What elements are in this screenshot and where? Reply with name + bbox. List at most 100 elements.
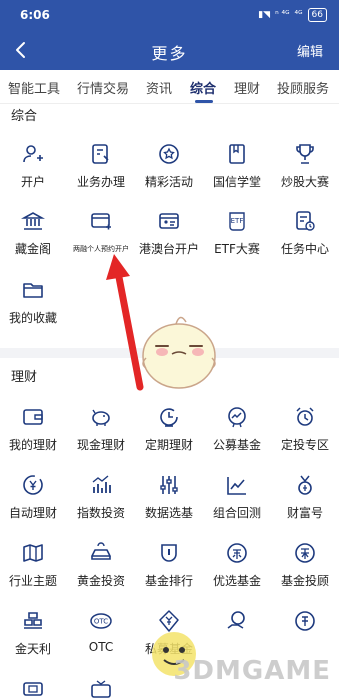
grid-item-label: 数据选基 — [144, 506, 193, 520]
trophy-icon — [296, 144, 314, 164]
grid-item-label: 优选基金 — [212, 574, 261, 588]
yen-coin-icon — [23, 475, 43, 495]
bank-icon — [21, 212, 45, 230]
tab-smart-tools[interactable]: 智能工具 — [8, 78, 60, 97]
grid-item-sip-zone[interactable]: 定投专区 — [271, 405, 339, 467]
tv-icon[interactable] — [89, 679, 113, 698]
grid-item-label: 基金投顾 — [280, 574, 329, 588]
grid-item-label: 国信学堂 — [212, 175, 261, 189]
grid-item-academy[interactable]: 国信学堂 — [203, 142, 271, 204]
grid-item-label: OTC — [88, 640, 114, 654]
grid-item-label: 藏金阁 — [14, 242, 51, 256]
medal-icon — [298, 475, 312, 495]
grid-item-label: 行业主题 — [8, 574, 57, 588]
tab-general[interactable]: 综合 — [190, 78, 216, 97]
grid-item-label: 指数投资 — [76, 506, 125, 520]
grid-item-wealth-account[interactable]: 财富号 — [271, 473, 339, 535]
grid-item-open-account[interactable]: 开户 — [0, 142, 67, 204]
tab-news[interactable]: 资讯 — [146, 78, 172, 97]
card-add-icon — [91, 213, 111, 230]
grid-item-business[interactable]: 业务办理 — [67, 142, 135, 204]
id-card-icon — [159, 213, 179, 229]
grid-item-label: 业务办理 — [76, 175, 125, 189]
book-icon — [229, 144, 245, 164]
grid-item-label: 开户 — [20, 175, 45, 189]
grid-item-public-fund[interactable]: 公募基金 — [203, 405, 271, 467]
bar-chart-icon — [92, 475, 111, 493]
status-bar: 6:06 ▮◥ ⁿ ⁴ᴳ ⁴ᴳ 66 — [0, 0, 339, 30]
edit-button[interactable]: 编辑 — [297, 41, 323, 60]
etf-icon: ETF — [229, 212, 245, 231]
grid-item-label: 我的理财 — [8, 438, 57, 452]
grid-item-contest[interactable]: 炒股大赛 — [271, 142, 339, 204]
grid-item-label: ETF大赛 — [214, 242, 260, 256]
user-add-icon — [23, 145, 43, 163]
grid-item-fixed-term[interactable]: 定期理财 — [135, 405, 203, 467]
signal-right: ⁴ᴳ — [294, 10, 303, 20]
mascot-sticker-icon — [142, 316, 216, 389]
wallet-icon — [23, 409, 43, 425]
page-title: 更多 — [151, 44, 188, 63]
activity-badge-icon — [159, 144, 179, 164]
grid-item-label: 黄金投资 — [76, 574, 125, 588]
grid-item-favorites[interactable]: 我的收藏 — [0, 278, 67, 340]
grid-item-label: 财富号 — [286, 506, 323, 520]
grid-item-fund-advisory[interactable]: 基金投顾 — [271, 541, 339, 603]
grid-item-jintianli[interactable]: 金天利 — [0, 609, 67, 671]
money-icon — [295, 611, 315, 631]
category-tabs: 智能工具 行情交易 资讯 综合 理财 投顾服务 — [0, 70, 339, 104]
active-tab-indicator — [195, 100, 213, 103]
coin-hand-icon — [227, 611, 245, 629]
svg-text:ETF: ETF — [231, 217, 244, 225]
grid-item-fund-ranking[interactable]: 基金排行 — [135, 541, 203, 603]
alarm-icon — [296, 407, 314, 426]
grid-item-otc[interactable]: OTC OTC — [67, 609, 135, 671]
task-clock-icon — [296, 211, 315, 231]
grid-item-my-wealth[interactable]: 我的理财 — [0, 405, 67, 467]
tab-wealth[interactable]: 理财 — [234, 78, 260, 97]
grid-item-portfolio-backtest[interactable]: 组合回测 — [203, 473, 271, 535]
sliders-icon — [160, 476, 178, 494]
grid-item-label: 组合回测 — [212, 506, 261, 520]
gold-bar-icon — [91, 542, 111, 560]
grid-item-label: 精彩活动 — [144, 175, 193, 189]
grid-item-gold-invest[interactable]: 黄金投资 — [67, 541, 135, 603]
section-title-wealth: 理财 — [11, 370, 38, 385]
grid-item-index-invest[interactable]: 指数投资 — [67, 473, 135, 535]
status-time: 6:06 — [20, 8, 50, 22]
grid-item-treasury[interactable]: 藏金阁 — [0, 209, 67, 271]
grid-item-label: 炒股大赛 — [280, 175, 329, 189]
document-edit-icon — [92, 144, 109, 164]
grid-item-preferred-fund[interactable]: 优选基金 — [203, 541, 271, 603]
tab-quotes-trade[interactable]: 行情交易 — [77, 78, 129, 97]
battery-indicator: 66 — [307, 8, 327, 22]
wifi-signal-icon: ▮◥ — [258, 10, 271, 20]
signal-left: ⁿ ⁴ᴳ — [275, 10, 290, 20]
grid-item-task-center[interactable]: 任务中心 — [271, 209, 339, 271]
grid-item-label: 我的收藏 — [8, 311, 57, 325]
grid-item-activities[interactable]: 精彩活动 — [135, 142, 203, 204]
card-stack-icon[interactable] — [21, 679, 45, 698]
rank-shield-icon — [161, 544, 177, 562]
line-chart-icon — [227, 477, 246, 495]
grid-item-industry-theme[interactable]: 行业主题 — [0, 541, 67, 603]
app-header: 更多 编辑 — [0, 30, 339, 70]
grid-item-etf-contest[interactable]: ETF ETF大赛 — [203, 209, 271, 271]
grid-item-data-fund-select[interactable]: 数据选基 — [135, 473, 203, 535]
tab-advisory[interactable]: 投顾服务 — [277, 78, 329, 97]
grid-item-auto-wealth[interactable]: 自动理财 — [0, 473, 67, 535]
grid-item-cash-wealth[interactable]: 现金理财 — [67, 405, 135, 467]
otc-icon: OTC — [90, 613, 112, 629]
grid-item-label: 金天利 — [14, 642, 51, 656]
chart-badge-icon — [228, 407, 246, 428]
grid-item-label: 定投专区 — [280, 438, 329, 452]
select-fund-icon — [227, 543, 247, 563]
grid-item-label: 基金排行 — [144, 574, 193, 588]
fund-advisor-icon — [295, 543, 315, 563]
grid-item-label: 现金理财 — [76, 438, 125, 452]
watermark-text: 3DMGAME — [173, 656, 331, 686]
status-icons: ▮◥ ⁿ ⁴ᴳ ⁴ᴳ 66 — [258, 8, 327, 22]
map-icon — [23, 544, 43, 562]
timer-icon — [160, 408, 178, 427]
gold-stack-icon — [24, 612, 42, 629]
